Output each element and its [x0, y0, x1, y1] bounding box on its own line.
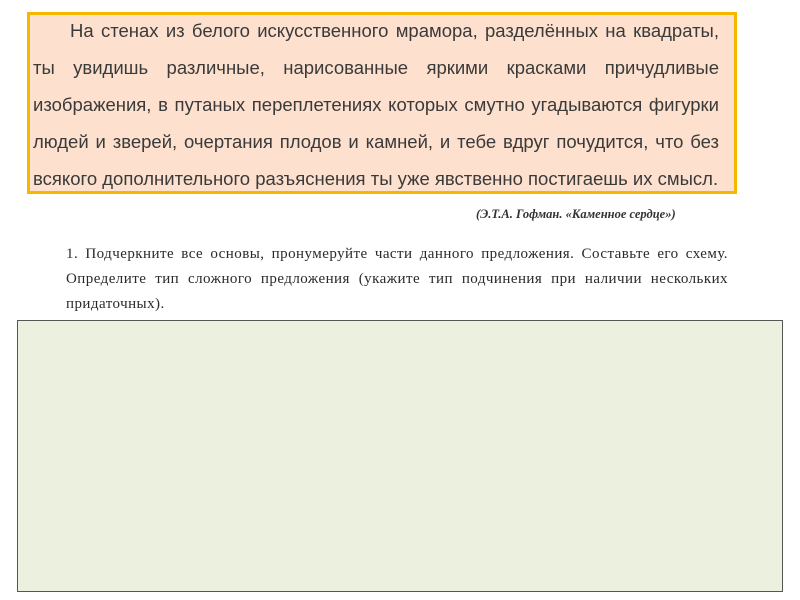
attribution: (Э.Т.А. Гофман. «Каменное сердце»)	[476, 207, 676, 221]
answer-area[interactable]	[17, 320, 783, 592]
passage-text: На стенах из белого искусственного мрамо…	[33, 20, 719, 189]
task-text: 1. Подчеркните все основы, пронумеруйте …	[66, 246, 728, 312]
